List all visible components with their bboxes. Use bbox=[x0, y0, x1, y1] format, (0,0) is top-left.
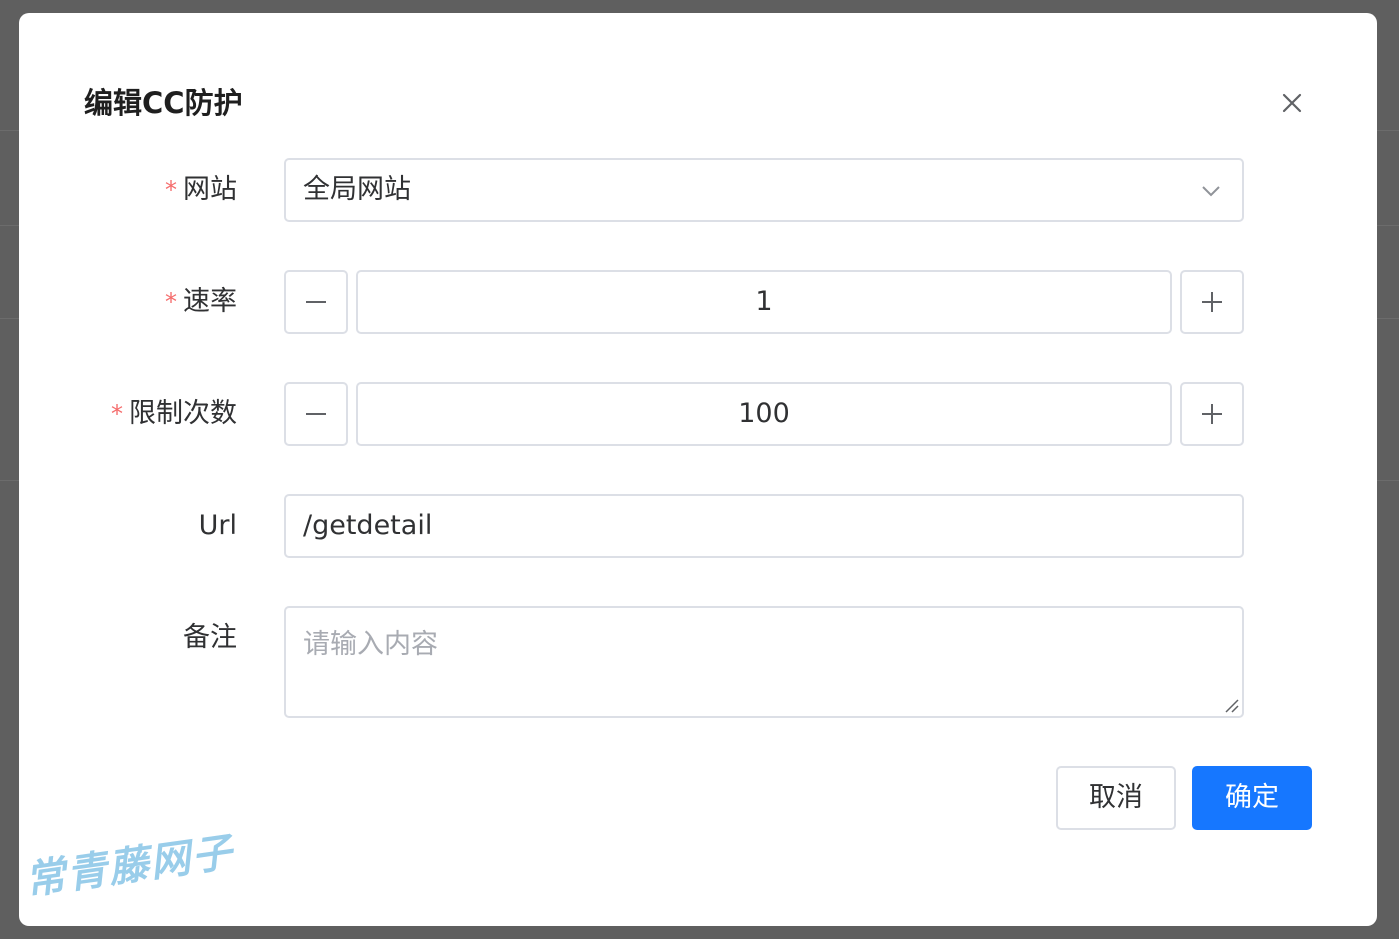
url-input[interactable]: /getdetail bbox=[284, 494, 1244, 558]
limit-increase-button[interactable] bbox=[1180, 382, 1244, 446]
rate-input[interactable]: 1 bbox=[356, 270, 1172, 334]
website-label: * 网站 bbox=[165, 174, 237, 205]
watermark: 常青藤网子 bbox=[22, 828, 237, 905]
limit-decrease-button[interactable] bbox=[284, 382, 348, 446]
resize-grip-icon[interactable] bbox=[1223, 697, 1239, 713]
limit-input[interactable]: 100 bbox=[356, 382, 1172, 446]
close-icon bbox=[1282, 93, 1302, 113]
minus-icon bbox=[306, 301, 326, 303]
dialog-title: 编辑CC防护 bbox=[84, 86, 243, 120]
rate-decrease-button[interactable] bbox=[284, 270, 348, 334]
close-button[interactable] bbox=[1277, 88, 1307, 118]
required-mark: * bbox=[165, 176, 177, 204]
required-mark: * bbox=[165, 288, 177, 316]
cancel-button[interactable]: 取消 bbox=[1056, 766, 1176, 830]
rate-increase-button[interactable] bbox=[1180, 270, 1244, 334]
website-select[interactable]: 全局网站 bbox=[284, 158, 1244, 222]
minus-icon bbox=[306, 413, 326, 415]
chevron-down-icon bbox=[1202, 186, 1220, 197]
confirm-button[interactable]: 确定 bbox=[1192, 766, 1312, 830]
url-input-value: /getdetail bbox=[303, 510, 433, 541]
website-select-value: 全局网站 bbox=[303, 174, 411, 205]
required-mark: * bbox=[111, 400, 123, 428]
rate-label: * 速率 bbox=[165, 286, 237, 317]
plus-icon bbox=[1202, 292, 1222, 312]
note-label: 备注 bbox=[183, 622, 237, 653]
note-textarea[interactable]: 请输入内容 bbox=[284, 606, 1244, 718]
edit-cc-dialog: 编辑CC防护 * 网站 全局网站 * 速率 1 * 限制次数 100 Url /… bbox=[19, 13, 1377, 926]
limit-label: * 限制次数 bbox=[111, 398, 237, 429]
url-label: Url bbox=[198, 510, 237, 541]
plus-icon bbox=[1202, 404, 1222, 424]
note-placeholder: 请输入内容 bbox=[303, 629, 438, 660]
